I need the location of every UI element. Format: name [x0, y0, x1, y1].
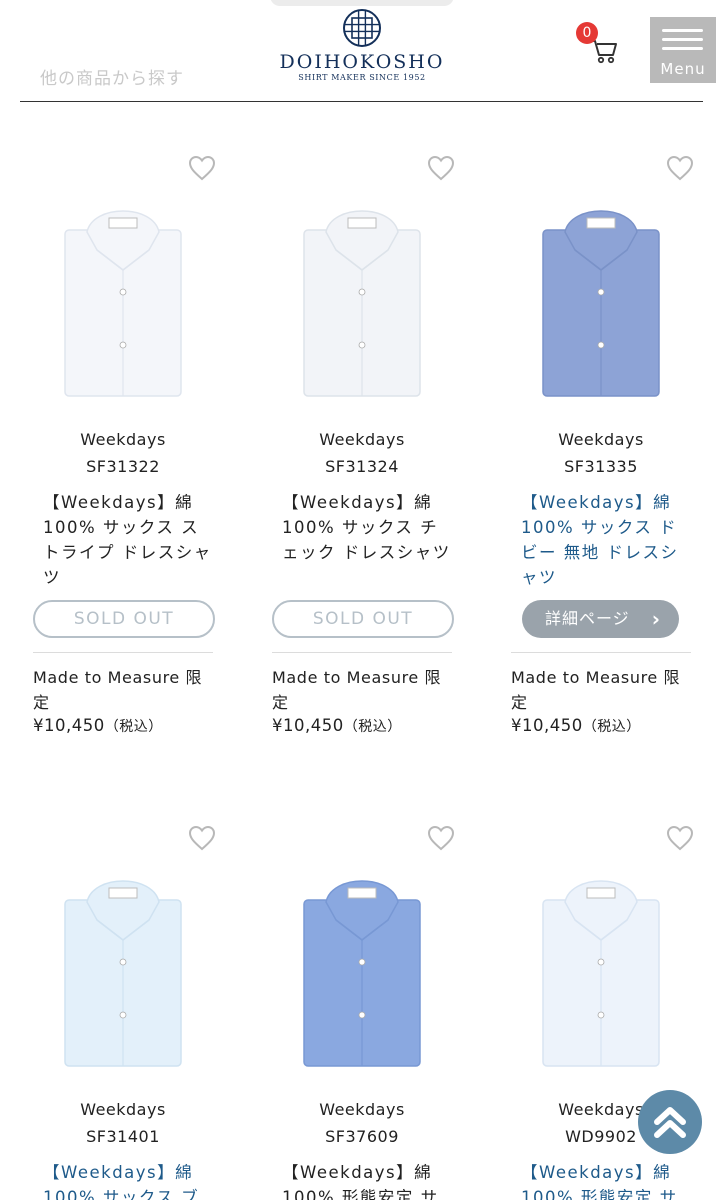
made-to-measure-note: Made to Measure 限定 [272, 668, 442, 712]
price-amount: ¥10,450 [272, 716, 344, 735]
product-name[interactable]: 【Weekdays】綿100% サックス ストライプ ドレスシャツ [43, 490, 213, 590]
price-amount: ¥10,450 [511, 716, 583, 735]
hamburger-icon [662, 29, 703, 32]
logo-name: DOIHOKOSHO [279, 51, 445, 73]
favorite-heart-icon[interactable] [427, 825, 455, 851]
site-header: 他の商品から探す DOIHOKOSHO SHIRT MAKER SINCE 19… [0, 0, 723, 104]
product-brand: Weekdays [80, 430, 166, 449]
product-price: ¥10,450（税込） [511, 716, 691, 736]
product-name[interactable]: 【Weekdays】綿100% 形態安定 サ [282, 1160, 452, 1200]
cart-count-badge: 0 [576, 22, 598, 44]
product-image[interactable] [53, 200, 193, 400]
product-code: SF31322 [86, 457, 160, 476]
product-brand: Weekdays [319, 1100, 405, 1119]
cart-button[interactable]: 0 [576, 22, 620, 66]
favorite-heart-icon[interactable] [188, 155, 216, 181]
product-image[interactable] [292, 200, 432, 400]
back-to-top-button[interactable] [638, 1090, 702, 1154]
product-code: SF31401 [86, 1127, 160, 1146]
logo-emblem-icon [343, 9, 381, 47]
price-amount: ¥10,450 [33, 716, 105, 735]
product-code: SF31324 [325, 457, 399, 476]
chevron-right-icon: › [651, 607, 661, 631]
product-name[interactable]: 【Weekdays】綿100% 形態安定 サ [521, 1160, 691, 1200]
product-name[interactable]: 【Weekdays】綿100% サックス ブ [43, 1160, 213, 1200]
product-image[interactable] [292, 870, 432, 1070]
made-to-measure-note: Made to Measure 限定 [33, 668, 203, 712]
price-tax-note: （税込） [343, 719, 402, 735]
double-chevron-up-icon [654, 1107, 686, 1138]
product-brand: Weekdays [558, 430, 644, 449]
card-divider [33, 652, 213, 653]
favorite-heart-icon[interactable] [666, 155, 694, 181]
menu-button[interactable]: Menu [650, 17, 716, 83]
made-to-measure-note: Made to Measure 限定 [511, 668, 681, 712]
site-logo[interactable]: DOIHOKOSHO SHIRT MAKER SINCE 1952 [262, 8, 462, 88]
sold-out-badge: SOLD OUT [272, 600, 454, 638]
price-tax-note: （税込） [104, 719, 163, 735]
product-name[interactable]: 【Weekdays】綿100% サックス チェック ドレスシャツ [282, 490, 452, 565]
detail-page-button[interactable]: 詳細ページ › [522, 600, 679, 638]
product-image[interactable] [531, 200, 671, 400]
product-brand: Weekdays [80, 1100, 166, 1119]
card-divider [272, 652, 452, 653]
favorite-heart-icon[interactable] [188, 825, 216, 851]
product-image[interactable] [531, 870, 671, 1070]
menu-label: Menu [660, 60, 706, 78]
product-price: ¥10,450（税込） [33, 716, 213, 736]
product-name[interactable]: 【Weekdays】綿100% サックス ドビー 無地 ドレスシャツ [521, 490, 691, 590]
product-brand: Weekdays [319, 430, 405, 449]
product-price: ¥10,450（税込） [272, 716, 452, 736]
product-code: SF37609 [325, 1127, 399, 1146]
logo-tagline: SHIRT MAKER SINCE 1952 [298, 73, 426, 82]
detail-page-label: 詳細ページ [545, 609, 630, 628]
favorite-heart-icon[interactable] [666, 825, 694, 851]
header-divider [20, 101, 703, 102]
card-divider [511, 652, 691, 653]
price-tax-note: （税込） [582, 719, 641, 735]
sold-out-badge: SOLD OUT [33, 600, 215, 638]
product-code: SF31335 [564, 457, 638, 476]
product-image[interactable] [53, 870, 193, 1070]
favorite-heart-icon[interactable] [427, 155, 455, 181]
search-other-products-link[interactable]: 他の商品から探す [40, 64, 184, 89]
